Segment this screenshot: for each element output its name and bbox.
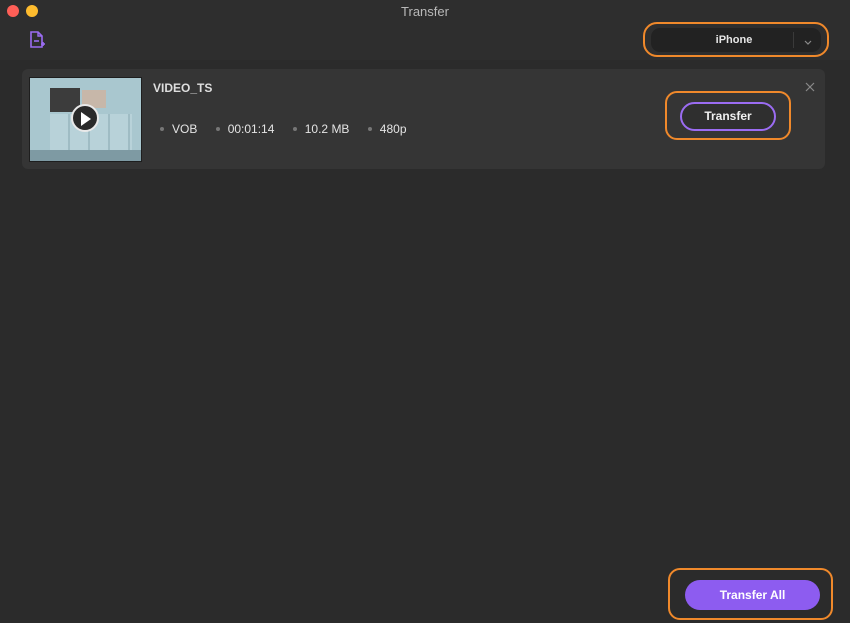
- file-name: VIDEO_TS: [153, 81, 213, 95]
- bullet-icon: [160, 126, 164, 131]
- meta-format: VOB: [160, 122, 197, 136]
- resolution-value: 480p: [379, 122, 407, 136]
- title-bar: Transfer: [0, 0, 850, 22]
- duration-value: 00:01:14: [227, 122, 275, 136]
- bullet-icon: [215, 126, 220, 131]
- chevron-down-icon[interactable]: [803, 35, 813, 45]
- play-icon[interactable]: [71, 104, 99, 132]
- meta-size: 10.2 MB: [292, 122, 350, 136]
- window-title: Transfer: [401, 4, 449, 19]
- format-value: VOB: [172, 122, 198, 136]
- bullet-icon: [367, 126, 372, 131]
- thumbnail-footer: [30, 150, 141, 161]
- transfer-all-button[interactable]: Transfer All: [685, 580, 820, 610]
- close-icon[interactable]: [805, 79, 815, 92]
- bullet-icon: [292, 126, 297, 131]
- add-file-icon[interactable]: [28, 31, 46, 49]
- meta-resolution: 480p: [367, 122, 407, 136]
- size-value: 10.2 MB: [304, 122, 350, 136]
- file-metadata: VOB 00:01:14 10.2 MB 480p: [160, 122, 422, 136]
- device-select[interactable]: iPhone: [651, 28, 821, 52]
- device-select-divider: [793, 32, 794, 48]
- meta-duration: 00:01:14: [215, 122, 275, 136]
- transfer-button[interactable]: Transfer: [680, 102, 776, 131]
